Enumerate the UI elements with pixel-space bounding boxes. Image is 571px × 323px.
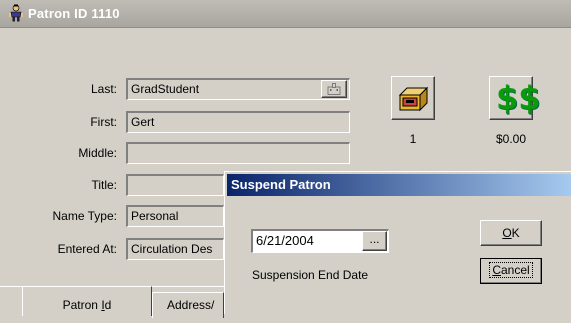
suspension-date-caption: Suspension End Date bbox=[252, 268, 369, 282]
tab-address-label: Address/ bbox=[167, 298, 215, 312]
file-box-icon bbox=[397, 83, 429, 116]
dollar-icon: $$ bbox=[496, 79, 541, 117]
entered-at-label: Entered At: bbox=[57, 242, 117, 256]
tab-patron-id[interactable]: Patron Id bbox=[22, 286, 152, 316]
date-browse-button[interactable]: ... bbox=[362, 231, 387, 251]
tab-patron-id-prefix: Patron bbox=[62, 298, 102, 312]
fines-amount: $0.00 bbox=[495, 132, 527, 146]
checked-out-items-button[interactable] bbox=[391, 76, 435, 120]
last-name-field[interactable]: GradStudent bbox=[126, 78, 350, 100]
first-name-label: First: bbox=[90, 115, 117, 129]
ok-button-rest: K bbox=[511, 226, 520, 240]
building-icon bbox=[327, 83, 341, 98]
tab-address[interactable]: Address/ bbox=[152, 292, 224, 318]
first-name-field[interactable]: Gert bbox=[126, 111, 350, 133]
patron-person-icon bbox=[8, 4, 24, 22]
last-name-label: Last: bbox=[90, 82, 117, 96]
ok-button-mnemonic: O bbox=[502, 226, 512, 240]
name-type-label: Name Type: bbox=[52, 209, 117, 223]
cancel-button-rest: ancel bbox=[500, 263, 530, 277]
cancel-button[interactable]: Cancel bbox=[480, 258, 542, 284]
middle-name-field[interactable] bbox=[126, 142, 350, 164]
ok-button[interactable]: OK bbox=[480, 220, 542, 246]
title-field[interactable] bbox=[126, 174, 224, 196]
cancel-focus-ring: Cancel bbox=[489, 262, 533, 278]
tab-patron-id-suffix: d bbox=[104, 298, 112, 312]
dialog-title: Suspend Patron bbox=[227, 174, 571, 196]
entered-at-field[interactable]: Circulation Des bbox=[126, 238, 224, 260]
window-title: Patron ID 1110 bbox=[28, 6, 120, 21]
last-name-lookup-button[interactable] bbox=[321, 80, 347, 98]
name-type-field[interactable]: Personal bbox=[126, 205, 224, 227]
fines-button[interactable]: $$ bbox=[489, 76, 541, 120]
window-titlebar: Patron ID 1110 bbox=[0, 0, 571, 28]
suspend-patron-dialog: Suspend Patron 6/21/2004 ... Suspension … bbox=[224, 171, 571, 314]
items-count: 1 bbox=[409, 132, 417, 146]
title-label: Title: bbox=[91, 178, 117, 192]
middle-name-label: Middle: bbox=[78, 146, 117, 160]
cancel-button-mnemonic: C bbox=[492, 263, 501, 277]
